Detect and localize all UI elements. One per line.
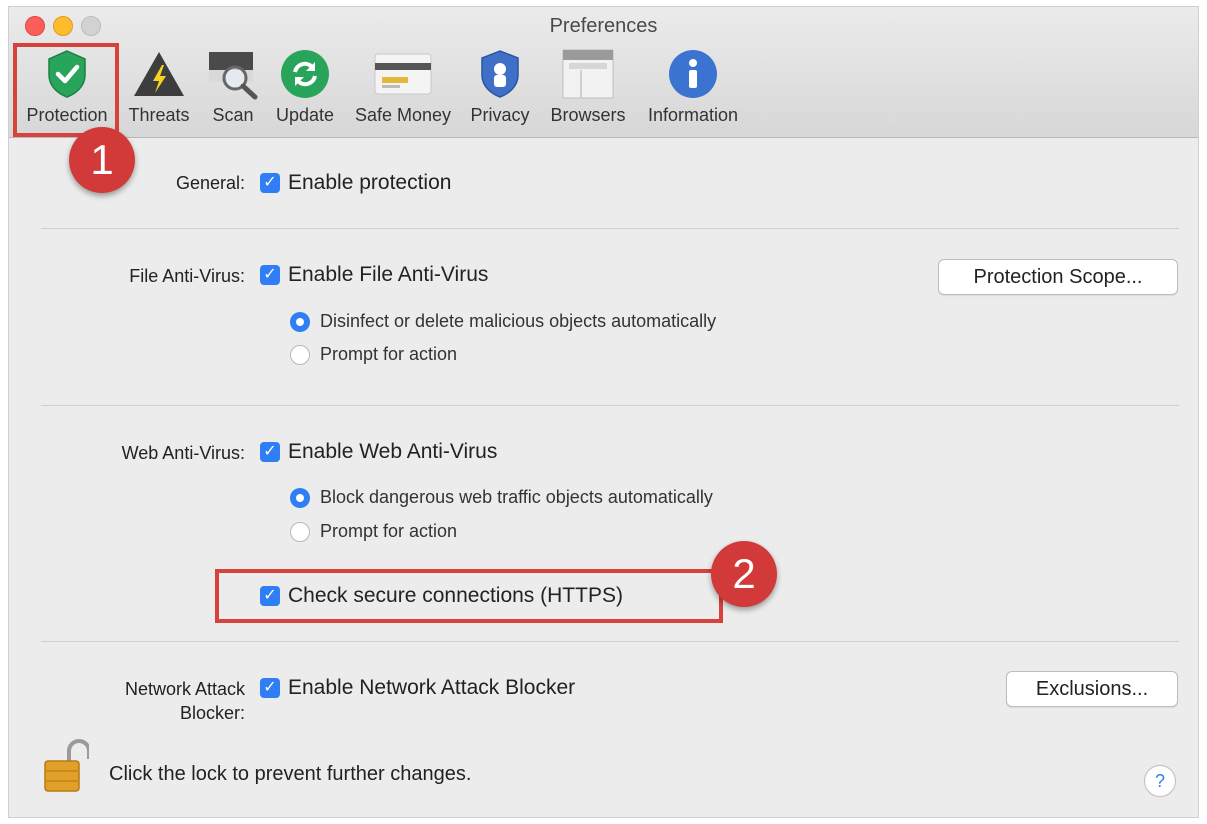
web-av-prompt-text: Prompt for action <box>320 521 458 541</box>
enable-protection-text: Enable protection <box>288 171 452 194</box>
tab-privacy-label: Privacy <box>470 105 530 125</box>
separator <box>41 641 1179 642</box>
browser-window-icon <box>545 45 631 103</box>
enable-web-antivirus-checkbox[interactable]: ✓ <box>260 442 280 462</box>
enable-protection-checkbox[interactable]: ✓ <box>260 173 280 193</box>
web-antivirus-label: Web Anti-Virus: <box>121 443 245 463</box>
tab-scan[interactable]: Scan <box>201 45 265 126</box>
lock-message: Click the lock to prevent further change… <box>109 763 472 785</box>
lock-icon[interactable] <box>43 737 91 798</box>
help-button[interactable]: ? <box>1144 765 1176 797</box>
web-av-block-radio[interactable] <box>290 488 310 508</box>
credit-card-icon <box>351 45 455 103</box>
tab-information[interactable]: Information <box>641 45 745 126</box>
file-av-prompt-radio[interactable] <box>290 345 310 365</box>
tab-information-label: Information <box>647 105 739 125</box>
scan-magnifier-icon <box>201 45 265 103</box>
enable-file-antivirus-checkbox[interactable]: ✓ <box>260 265 280 285</box>
enable-file-antivirus-text: Enable File Anti-Virus <box>288 263 489 286</box>
network-attack-blocker-label-line2: Blocker: <box>179 703 245 723</box>
annotation-badge-2: 2 <box>711 541 777 607</box>
separator <box>41 228 1179 229</box>
file-antivirus-label: File Anti-Virus: <box>129 266 245 286</box>
tab-browsers-label: Browsers <box>550 105 626 125</box>
highlight-box-protection <box>13 43 119 137</box>
tab-threats[interactable]: Threats <box>123 45 195 126</box>
enable-web-antivirus-text: Enable Web Anti-Virus <box>288 440 498 463</box>
tab-privacy[interactable]: Privacy <box>465 45 535 126</box>
warning-icon <box>123 45 195 103</box>
check-https-text: Check secure connections (HTTPS) <box>288 584 623 607</box>
exclusions-button[interactable]: Exclusions... <box>1006 671 1178 707</box>
enable-network-attack-blocker-text: Enable Network Attack Blocker <box>288 676 576 699</box>
network-attack-blocker-label-line1: Network Attack <box>124 679 245 699</box>
preferences-window: Preferences Protection Threats Scan Upda… <box>8 6 1199 818</box>
enable-network-attack-blocker-checkbox[interactable]: ✓ <box>260 678 280 698</box>
protection-scope-button[interactable]: Protection Scope... <box>938 259 1178 295</box>
check-https-checkbox[interactable]: ✓ <box>260 586 280 606</box>
web-av-block-text: Block dangerous web traffic objects auto… <box>320 487 713 507</box>
tab-browsers[interactable]: Browsers <box>545 45 631 126</box>
web-av-prompt-radio[interactable] <box>290 522 310 542</box>
privacy-shield-icon <box>465 45 535 103</box>
general-label: General: <box>175 173 245 193</box>
separator <box>41 405 1179 406</box>
info-icon <box>641 45 745 103</box>
file-av-prompt-text: Prompt for action <box>320 344 458 364</box>
tab-update[interactable]: Update <box>271 45 339 126</box>
tab-safe-money[interactable]: Safe Money <box>351 45 455 126</box>
file-av-disinfect-radio[interactable] <box>290 312 310 332</box>
tab-threats-label: Threats <box>128 105 190 125</box>
tab-scan-label: Scan <box>212 105 254 125</box>
window-title: Preferences <box>549 15 658 37</box>
tab-safe-money-label: Safe Money <box>354 105 452 125</box>
tab-update-label: Update <box>275 105 335 125</box>
file-av-disinfect-text: Disinfect or delete malicious objects au… <box>320 311 717 331</box>
refresh-icon <box>271 45 339 103</box>
titlebar: Preferences Protection Threats Scan Upda… <box>9 7 1198 138</box>
